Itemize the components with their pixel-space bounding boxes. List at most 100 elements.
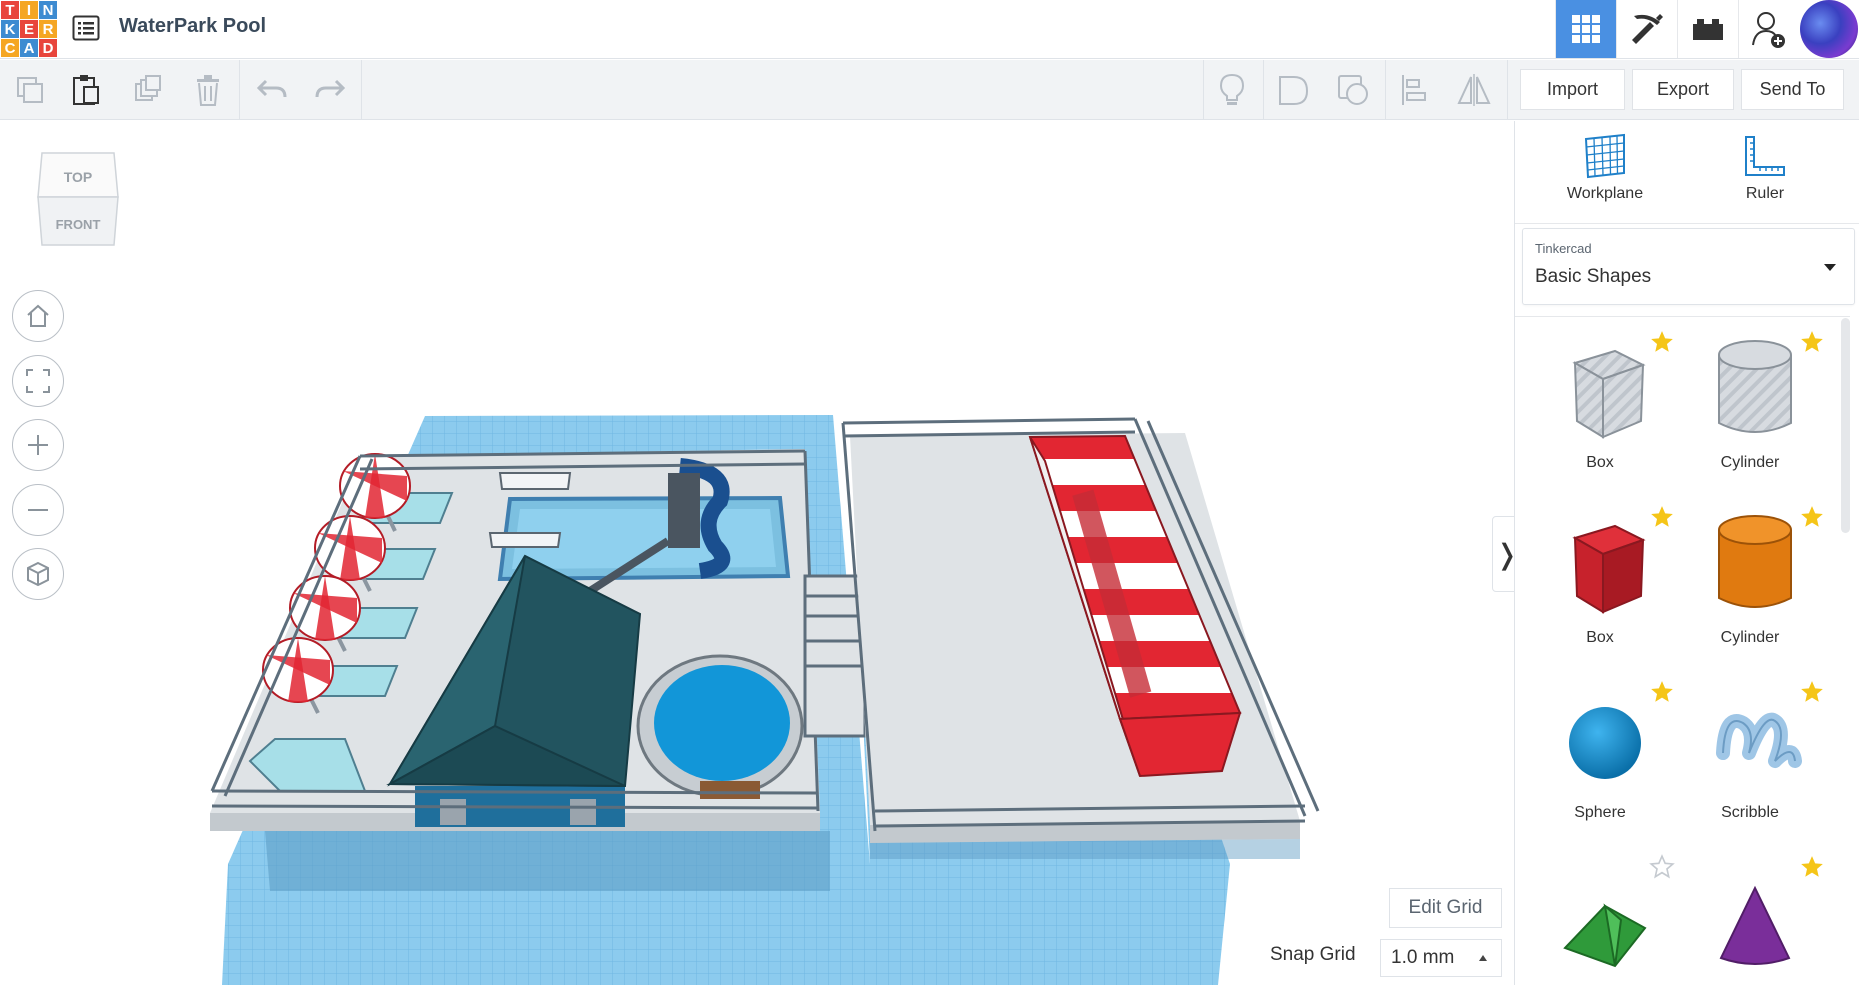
duplicate-icon xyxy=(135,75,161,101)
home-icon xyxy=(27,304,49,327)
send-to-button[interactable]: Send To xyxy=(1741,69,1844,110)
user-avatar[interactable] xyxy=(1800,0,1858,58)
zoom-in-button[interactable] xyxy=(12,419,64,471)
logo-letter: I xyxy=(20,1,38,19)
home-view-button[interactable] xyxy=(12,290,64,342)
minecraft-view-button[interactable] xyxy=(1616,0,1677,58)
star-filled-icon xyxy=(1651,331,1673,352)
3d-scene[interactable] xyxy=(0,121,1514,985)
caret-down-icon xyxy=(1824,264,1836,271)
mirror-icon xyxy=(1457,74,1491,106)
align-button[interactable] xyxy=(1394,70,1434,110)
chevron-right-icon: ❭ xyxy=(1495,538,1514,571)
logo-letter: R xyxy=(39,20,57,38)
pickaxe-icon xyxy=(1632,14,1663,44)
shapes-scrollbar[interactable] xyxy=(1841,318,1850,533)
shape-card-box[interactable]: Box xyxy=(1525,496,1675,656)
brick-icon xyxy=(1693,19,1723,40)
undo-button[interactable] xyxy=(252,70,292,110)
logo-letter: A xyxy=(20,39,38,57)
left-pool-deck xyxy=(210,449,820,831)
fit-view-button[interactable] xyxy=(12,355,64,407)
shape-card-roof[interactable] xyxy=(1525,846,1675,1006)
shape-card-box-hole[interactable]: Box xyxy=(1525,321,1675,481)
logo-letter: K xyxy=(1,20,19,38)
right-deck xyxy=(841,417,1320,859)
workplane-icon xyxy=(1584,133,1625,179)
shape-name: Cylinder xyxy=(1720,454,1780,471)
star-filled-icon xyxy=(1801,331,1823,352)
delete-button[interactable] xyxy=(188,70,228,110)
cone-icon xyxy=(1719,885,1791,965)
box-hole-icon xyxy=(1572,349,1646,439)
shape-card-cylinder[interactable]: Cylinder xyxy=(1675,496,1825,656)
shape-name: Box xyxy=(1586,629,1614,646)
snap-grid-value: 1.0 mm xyxy=(1391,947,1455,968)
design-list-icon[interactable] xyxy=(72,15,100,41)
plus-icon xyxy=(28,435,48,455)
paste-button[interactable] xyxy=(66,70,106,110)
lightbulb-icon xyxy=(1219,73,1245,105)
logo-letter: T xyxy=(1,1,19,19)
edit-grid-button[interactable]: Edit Grid xyxy=(1389,888,1502,928)
snap-grid-select[interactable]: 1.0 mm xyxy=(1380,939,1502,977)
roof-icon xyxy=(1563,903,1647,968)
library-category: Tinkercad xyxy=(1535,241,1592,256)
logo-letter: N xyxy=(39,1,57,19)
view-cube-front-label: FRONT xyxy=(56,217,101,232)
workplane-tool[interactable]: Workplane xyxy=(1545,133,1665,223)
ruler-label: Ruler xyxy=(1745,185,1785,202)
perspective-toggle-button[interactable] xyxy=(12,548,64,600)
3d-workplane-viewport[interactable]: TOP FRONT ❭ Edit Grid Snap Grid 1.0 mm xyxy=(0,121,1514,985)
star-filled-icon xyxy=(1651,506,1673,527)
box-icon xyxy=(1572,524,1646,614)
star-filled-icon xyxy=(1801,681,1823,702)
shape-library-dropdown[interactable]: Tinkercad Basic Shapes xyxy=(1522,228,1855,305)
logo-letter: D xyxy=(39,39,57,57)
star-filled-icon xyxy=(1651,681,1673,702)
invite-user-button[interactable] xyxy=(1738,0,1799,58)
cube-perspective-icon xyxy=(27,561,49,587)
mirror-button[interactable] xyxy=(1454,70,1494,110)
shape-name: Scribble xyxy=(1721,804,1779,821)
shape-name: Sphere xyxy=(1574,804,1626,821)
hole-shape-button[interactable] xyxy=(1333,70,1373,110)
library-value: Basic Shapes xyxy=(1535,266,1652,287)
notes-button[interactable] xyxy=(1212,70,1252,110)
redo-button[interactable] xyxy=(310,70,350,110)
shape-card-scribble[interactable]: Scribble xyxy=(1675,671,1825,831)
sphere-icon xyxy=(1569,707,1641,779)
workplane-label: Workplane xyxy=(1566,185,1644,202)
round-pool xyxy=(636,654,804,799)
ruler-tool[interactable]: Ruler xyxy=(1705,133,1825,223)
caret-up-icon xyxy=(1479,955,1487,961)
copy-icon xyxy=(17,77,43,103)
shape-card-cone[interactable] xyxy=(1675,846,1825,1006)
tinkercad-logo[interactable]: T I N K E R C A D xyxy=(0,0,57,57)
logo-letter: E xyxy=(20,20,38,38)
3d-design-view-button[interactable] xyxy=(1555,0,1616,58)
ruler-icon xyxy=(1745,136,1785,176)
brick-view-button[interactable] xyxy=(1677,0,1738,58)
shape-card-sphere[interactable]: Sphere xyxy=(1525,671,1675,831)
view-cube[interactable]: TOP FRONT xyxy=(36,149,122,249)
duplicate-button[interactable] xyxy=(128,70,168,110)
export-button[interactable]: Export xyxy=(1632,69,1734,110)
collapse-panel-button[interactable]: ❭ xyxy=(1492,516,1514,592)
zoom-out-button[interactable] xyxy=(12,484,64,536)
import-button[interactable]: Import xyxy=(1520,69,1625,110)
design-title[interactable]: WaterPark Pool xyxy=(119,15,266,38)
fit-view-icon xyxy=(26,369,50,393)
grid-view-icon xyxy=(1572,15,1600,43)
snap-grid-label: Snap Grid xyxy=(1270,944,1356,965)
copy-button[interactable] xyxy=(10,70,50,110)
solid-shape-button[interactable] xyxy=(1273,70,1313,110)
shapes-panel: Workplane Ruler Tinkercad Basic Shapes B… xyxy=(1514,121,1859,985)
logo-letter: C xyxy=(1,39,19,57)
scribble-icon xyxy=(1716,712,1802,768)
shape-outline-icon xyxy=(1279,76,1309,105)
shape-name: Box xyxy=(1586,454,1614,471)
top-bar: T I N K E R C A D WaterPark Pool xyxy=(0,0,1859,59)
group-shapes-icon xyxy=(1338,75,1368,105)
shape-card-cylinder-hole[interactable]: Cylinder xyxy=(1675,321,1825,481)
